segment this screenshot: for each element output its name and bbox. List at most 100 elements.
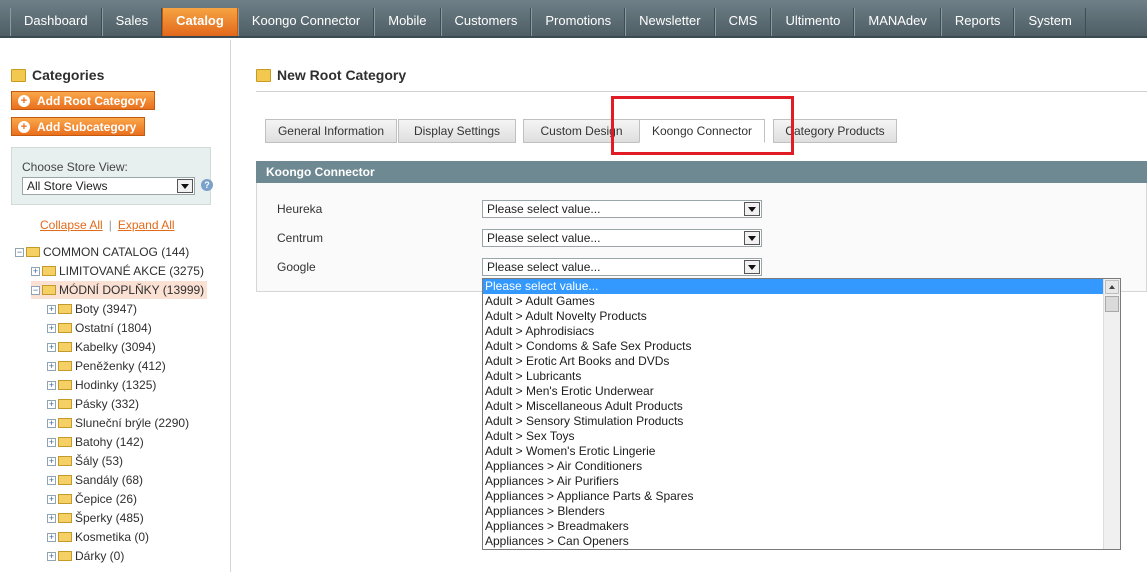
scroll-up-icon[interactable]: [1105, 280, 1119, 294]
chevron-down-icon[interactable]: [744, 202, 760, 216]
nav-customers[interactable]: Customers: [440, 8, 532, 36]
highlight-annotation: [611, 96, 794, 155]
expand-icon[interactable]: +: [47, 475, 56, 485]
tree-node-label: Kabelky (3094): [75, 340, 156, 354]
add-root-category-button[interactable]: + Add Root Category: [11, 91, 156, 110]
chevron-down-icon[interactable]: [177, 179, 193, 193]
folder-icon: [58, 418, 72, 428]
expand-icon[interactable]: +: [47, 323, 56, 333]
nav-koongo-connector[interactable]: Koongo Connector: [237, 8, 375, 36]
expand-icon[interactable]: +: [47, 513, 56, 523]
nav-cms[interactable]: CMS: [714, 8, 772, 36]
nav-system[interactable]: System: [1014, 8, 1086, 36]
dropdown-option[interactable]: Adult > Sex Toys: [483, 429, 1103, 444]
centrum-select[interactable]: Please select value...: [482, 229, 762, 247]
expand-all-link[interactable]: Expand All: [118, 218, 175, 232]
expand-icon[interactable]: +: [47, 380, 56, 390]
dropdown-option[interactable]: Adult > Sensory Stimulation Products: [483, 414, 1103, 429]
nav-ultimento[interactable]: Ultimento: [771, 8, 855, 36]
plus-icon: +: [18, 94, 30, 107]
dropdown-option[interactable]: Adult > Adult Novelty Products: [483, 309, 1103, 324]
tab-general-information[interactable]: General Information: [265, 119, 397, 143]
dropdown-scrollbar[interactable]: [1103, 279, 1120, 549]
expand-icon[interactable]: +: [47, 494, 56, 504]
expand-icon[interactable]: +: [47, 304, 56, 314]
tree-node[interactable]: + Sandály (68): [47, 471, 143, 489]
tree-node[interactable]: + Šály (53): [47, 452, 123, 470]
dropdown-option[interactable]: Adult > Erotic Art Books and DVDs: [483, 354, 1103, 369]
tree-node[interactable]: − COMMON CATALOG (144): [15, 243, 189, 261]
expand-icon[interactable]: +: [47, 551, 56, 561]
google-select[interactable]: Please select value...: [482, 258, 762, 276]
scroll-thumb[interactable]: [1105, 296, 1119, 312]
categories-heading: Categories: [11, 67, 104, 83]
tree-node[interactable]: + Peněženky (412): [47, 357, 166, 375]
heureka-select[interactable]: Please select value...: [482, 200, 762, 218]
tree-controls: Collapse All | Expand All: [40, 218, 175, 232]
tree-node[interactable]: + Pásky (332): [47, 395, 139, 413]
tree-node[interactable]: + Čepice (26): [47, 490, 137, 508]
dropdown-option[interactable]: Appliances > Blenders: [483, 504, 1103, 519]
dropdown-option[interactable]: Adult > Lubricants: [483, 369, 1103, 384]
expand-icon[interactable]: +: [47, 418, 56, 428]
add-subcategory-button[interactable]: + Add Subcategory: [11, 117, 146, 136]
tree-node-label: Šperky (485): [75, 511, 144, 525]
tree-node[interactable]: + LIMITOVANÉ AKCE (3275): [31, 262, 204, 280]
tree-node[interactable]: + Batohy (142): [47, 433, 144, 451]
expand-icon[interactable]: +: [47, 437, 56, 447]
collapse-icon[interactable]: −: [31, 285, 40, 295]
tree-node[interactable]: + Kabelky (3094): [47, 338, 156, 356]
folder-icon: [58, 475, 72, 485]
nav-dashboard[interactable]: Dashboard: [10, 8, 102, 36]
google-dropdown-list[interactable]: Please select value... Adult > Adult Game…: [482, 278, 1121, 550]
expand-icon[interactable]: +: [47, 456, 56, 466]
chevron-down-icon[interactable]: [744, 260, 760, 274]
tab-display-settings[interactable]: Display Settings: [398, 119, 516, 143]
tree-node[interactable]: + Sluneční brýle (2290): [47, 414, 189, 432]
expand-icon[interactable]: +: [47, 399, 56, 409]
dropdown-option[interactable]: Appliances > Breadmakers: [483, 519, 1103, 534]
dropdown-option[interactable]: Appliances > Can Openers: [483, 534, 1103, 549]
dropdown-option[interactable]: Adult > Adult Games: [483, 294, 1103, 309]
tree-node[interactable]: + Hodinky (1325): [47, 376, 156, 394]
collapse-all-link[interactable]: Collapse All: [40, 218, 103, 232]
tree-node[interactable]: + Ostatní (1804): [47, 319, 152, 337]
folder-icon: [58, 551, 72, 561]
help-icon[interactable]: ?: [201, 179, 213, 191]
dropdown-option[interactable]: Please select value...: [483, 279, 1103, 294]
nav-newsletter[interactable]: Newsletter: [625, 8, 715, 36]
tree-node[interactable]: + Boty (3947): [47, 300, 137, 318]
tree-node[interactable]: + Kosmetika (0): [47, 528, 149, 546]
collapse-icon[interactable]: −: [15, 247, 24, 257]
nav-mobile[interactable]: Mobile: [374, 8, 441, 36]
store-view-select[interactable]: All Store Views: [22, 177, 195, 195]
dropdown-option[interactable]: Adult > Aphrodisiacs: [483, 324, 1103, 339]
tree-node-label: Batohy (142): [75, 435, 144, 449]
nav-sales[interactable]: Sales: [101, 8, 163, 36]
folder-icon: [42, 285, 56, 295]
expand-icon[interactable]: +: [47, 361, 56, 371]
dropdown-option[interactable]: Adult > Condoms & Safe Sex Products: [483, 339, 1103, 354]
expand-icon[interactable]: +: [47, 342, 56, 352]
tree-node[interactable]: − MÓDNÍ DOPLŇKY (13999): [31, 281, 208, 299]
expand-icon[interactable]: +: [47, 532, 56, 542]
nav-manadev[interactable]: MANAdev: [854, 8, 941, 36]
dropdown-option[interactable]: Appliances > Air Conditioners: [483, 459, 1103, 474]
page-title: New Root Category: [256, 67, 406, 83]
tree-node[interactable]: + Šperky (485): [47, 509, 144, 527]
dropdown-option[interactable]: Adult > Miscellaneous Adult Products: [483, 399, 1103, 414]
dropdown-option[interactable]: Adult > Men's Erotic Underwear: [483, 384, 1103, 399]
dropdown-option[interactable]: Adult > Women's Erotic Lingerie: [483, 444, 1103, 459]
plus-icon: +: [18, 120, 30, 133]
expand-icon[interactable]: +: [31, 266, 40, 276]
tree-node[interactable]: + Dárky (0): [47, 547, 124, 565]
nav-reports[interactable]: Reports: [940, 8, 1015, 36]
chevron-down-icon[interactable]: [744, 231, 760, 245]
nav-catalog[interactable]: Catalog: [162, 8, 238, 36]
select-value: Please select value...: [487, 202, 601, 216]
dropdown-option[interactable]: Appliances > Air Purifiers: [483, 474, 1103, 489]
nav-promotions[interactable]: Promotions: [531, 8, 626, 36]
tree-node-label: Kosmetika (0): [75, 530, 150, 544]
add-subcategory-label: Add Subcategory: [37, 119, 137, 134]
dropdown-option[interactable]: Appliances > Appliance Parts & Spares: [483, 489, 1103, 504]
